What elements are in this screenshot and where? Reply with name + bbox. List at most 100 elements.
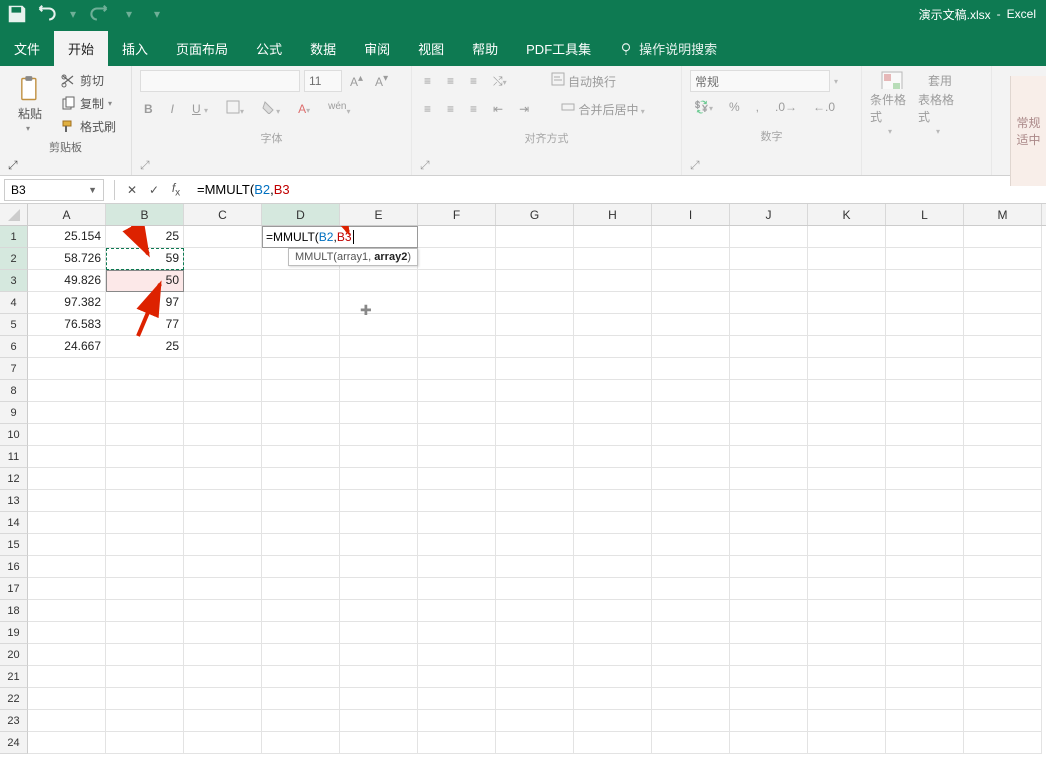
cell-I21[interactable] [652, 666, 730, 688]
cell-B16[interactable] [106, 556, 184, 578]
cell-G12[interactable] [496, 468, 574, 490]
tab-help[interactable]: 帮助 [458, 31, 512, 66]
cell-I16[interactable] [652, 556, 730, 578]
cell-M12[interactable] [964, 468, 1042, 490]
cell-D24[interactable] [262, 732, 340, 754]
cell-B3[interactable]: 50 [106, 270, 184, 292]
column-header-K[interactable]: K [808, 204, 886, 225]
cell-B9[interactable] [106, 402, 184, 424]
cell-D19[interactable] [262, 622, 340, 644]
comma-format-icon[interactable]: , [752, 98, 763, 116]
cell-C1[interactable] [184, 226, 262, 248]
cell-C5[interactable] [184, 314, 262, 336]
tab-file[interactable]: 文件 [0, 31, 54, 66]
row-header-3[interactable]: 3 [0, 270, 28, 292]
cell-E18[interactable] [340, 600, 418, 622]
cell-K17[interactable] [808, 578, 886, 600]
row-header-12[interactable]: 12 [0, 468, 28, 490]
cell-J21[interactable] [730, 666, 808, 688]
increase-font-icon[interactable]: A▴ [346, 71, 367, 91]
cell-E14[interactable] [340, 512, 418, 534]
row-header-5[interactable]: 5 [0, 314, 28, 336]
decrease-font-icon[interactable]: A▾ [371, 71, 392, 91]
cell-I5[interactable] [652, 314, 730, 336]
cell-G10[interactable] [496, 424, 574, 446]
cell-K13[interactable] [808, 490, 886, 512]
cell-G19[interactable] [496, 622, 574, 644]
row-header-19[interactable]: 19 [0, 622, 28, 644]
cell-K2[interactable] [808, 248, 886, 270]
row-header-20[interactable]: 20 [0, 644, 28, 666]
cell-H22[interactable] [574, 688, 652, 710]
cell-L7[interactable] [886, 358, 964, 380]
cell-I12[interactable] [652, 468, 730, 490]
cell-I24[interactable] [652, 732, 730, 754]
cell-C7[interactable] [184, 358, 262, 380]
cell-A13[interactable] [28, 490, 106, 512]
column-header-I[interactable]: I [652, 204, 730, 225]
cell-C6[interactable] [184, 336, 262, 358]
cell-L15[interactable] [886, 534, 964, 556]
cell-B13[interactable] [106, 490, 184, 512]
cell-I4[interactable] [652, 292, 730, 314]
cell-C15[interactable] [184, 534, 262, 556]
cell-B5[interactable]: 77 [106, 314, 184, 336]
cell-F10[interactable] [418, 424, 496, 446]
cell-E10[interactable] [340, 424, 418, 446]
cell-H7[interactable] [574, 358, 652, 380]
cell-H23[interactable] [574, 710, 652, 732]
column-header-J[interactable]: J [730, 204, 808, 225]
number-format-combo[interactable] [690, 70, 830, 92]
cell-E3[interactable] [340, 270, 418, 292]
cell-C20[interactable] [184, 644, 262, 666]
tab-formulas[interactable]: 公式 [242, 31, 296, 66]
cell-J23[interactable] [730, 710, 808, 732]
cell-M4[interactable] [964, 292, 1042, 314]
cell-F19[interactable] [418, 622, 496, 644]
row-header-22[interactable]: 22 [0, 688, 28, 710]
cell-B8[interactable] [106, 380, 184, 402]
cell-E22[interactable] [340, 688, 418, 710]
cell-F5[interactable] [418, 314, 496, 336]
cell-D22[interactable] [262, 688, 340, 710]
cell-H21[interactable] [574, 666, 652, 688]
align-right-icon[interactable]: ≡ [466, 100, 481, 118]
cell-C17[interactable] [184, 578, 262, 600]
cell-I1[interactable] [652, 226, 730, 248]
cell-A2[interactable]: 58.726 [28, 248, 106, 270]
cell-B23[interactable] [106, 710, 184, 732]
cell-E16[interactable] [340, 556, 418, 578]
cell-B10[interactable] [106, 424, 184, 446]
cell-E4[interactable] [340, 292, 418, 314]
cell-K23[interactable] [808, 710, 886, 732]
cell-M14[interactable] [964, 512, 1042, 534]
cell-L22[interactable] [886, 688, 964, 710]
row-header-14[interactable]: 14 [0, 512, 28, 534]
cell-J15[interactable] [730, 534, 808, 556]
undo-icon[interactable] [34, 3, 56, 25]
italic-button[interactable]: I [167, 100, 178, 118]
cell-A12[interactable] [28, 468, 106, 490]
cell-A20[interactable] [28, 644, 106, 666]
cell-H17[interactable] [574, 578, 652, 600]
cell-G4[interactable] [496, 292, 574, 314]
cancel-formula-icon[interactable]: ✕ [121, 183, 143, 197]
cell-C16[interactable] [184, 556, 262, 578]
merge-center-button[interactable]: 合并后居中 ▾ [557, 98, 649, 120]
cell-J16[interactable] [730, 556, 808, 578]
cell-H2[interactable] [574, 248, 652, 270]
cell-B11[interactable] [106, 446, 184, 468]
align-top-icon[interactable]: ≡ [420, 72, 435, 90]
cell-I3[interactable] [652, 270, 730, 292]
cell-L17[interactable] [886, 578, 964, 600]
cell-F7[interactable] [418, 358, 496, 380]
formula-input[interactable]: =MMULT(B2,B3 [187, 182, 1046, 197]
cell-H19[interactable] [574, 622, 652, 644]
cell-G14[interactable] [496, 512, 574, 534]
cell-E11[interactable] [340, 446, 418, 468]
cell-I7[interactable] [652, 358, 730, 380]
column-header-B[interactable]: B [106, 204, 184, 225]
cell-L11[interactable] [886, 446, 964, 468]
cell-J17[interactable] [730, 578, 808, 600]
alignment-launcher-icon[interactable]: ⤢ [420, 158, 673, 173]
